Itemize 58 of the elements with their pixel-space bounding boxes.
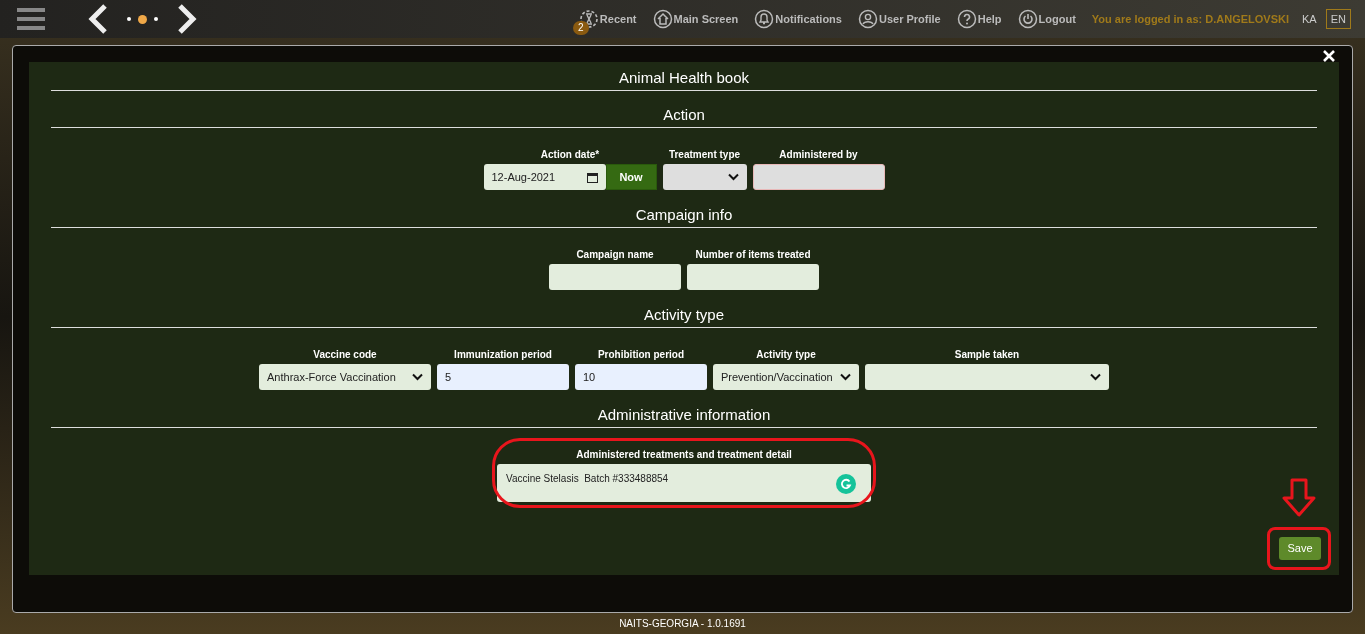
close-button[interactable] xyxy=(1323,50,1335,62)
hourglass-icon xyxy=(578,9,599,29)
help-icon xyxy=(956,9,977,29)
nav-link[interactable]: Main Screen xyxy=(652,9,739,29)
save-button[interactable]: Save xyxy=(1279,537,1321,560)
field-label: Treatment type xyxy=(668,148,741,161)
language-button[interactable]: EN xyxy=(1325,9,1351,29)
power-icon xyxy=(1017,9,1038,29)
nav-link[interactable]: User Profile xyxy=(857,9,941,29)
field-label: Administered treatments and treatment detail xyxy=(576,448,792,461)
dropdown[interactable]: Anthrax-Force Vaccination xyxy=(259,364,431,390)
nav-link[interactable]: Logout xyxy=(1017,9,1076,29)
login-status: You are logged in as: D.ANGELOVSKI xyxy=(1091,11,1290,27)
date-field[interactable]: 12-Aug-2021 xyxy=(483,164,606,190)
calendar-icon xyxy=(586,171,598,183)
field-label: Administered by xyxy=(779,148,858,161)
text-area[interactable]: Vaccine Stelasis Batch #333488854 xyxy=(497,464,871,502)
next-button[interactable] xyxy=(177,4,197,34)
input-field[interactable] xyxy=(549,264,681,290)
user-icon xyxy=(857,9,878,29)
chevron-left-icon xyxy=(88,4,108,34)
section-heading: Administrative information xyxy=(597,404,771,425)
chevron-down-icon xyxy=(1090,373,1101,381)
section-heading: Action xyxy=(663,104,705,125)
input-field[interactable]: 10 xyxy=(575,364,707,390)
language-button[interactable]: KA xyxy=(1297,9,1322,29)
previous-button[interactable] xyxy=(88,4,108,34)
chevron-down-icon xyxy=(727,173,739,181)
section-heading: Activity type xyxy=(644,304,724,325)
assistant-icon xyxy=(836,474,856,494)
annotation-frame xyxy=(1267,527,1331,570)
field-label: Campaign name xyxy=(576,248,654,261)
dropdown[interactable]: Prevention/Vaccination xyxy=(713,364,859,390)
field-label: Prohibition period xyxy=(597,348,685,361)
field-label: Vaccine code xyxy=(313,348,377,361)
input-field[interactable] xyxy=(687,264,819,290)
version-label: NAITS-GEORGIA - 1.0.1691 xyxy=(619,616,746,631)
bell-icon xyxy=(754,9,775,29)
menu-icon xyxy=(17,7,45,31)
now-button[interactable]: Now xyxy=(605,164,657,190)
nav-link[interactable]: Notifications xyxy=(754,9,842,29)
section-heading: Animal Health book xyxy=(618,67,750,88)
chevron-down-icon xyxy=(412,373,423,381)
input-field[interactable]: 5 xyxy=(437,364,569,390)
field-label: Activity type xyxy=(756,348,816,361)
section-heading: Campaign info xyxy=(635,204,733,225)
count-badge: 2 xyxy=(572,21,589,35)
close-icon xyxy=(1323,50,1335,62)
menu-button[interactable] xyxy=(17,7,45,31)
chevron-right-icon xyxy=(177,4,197,34)
field-label: Action date* xyxy=(540,148,600,161)
arrow-down-icon xyxy=(1281,478,1317,518)
home-icon xyxy=(652,9,673,29)
chevron-down-icon xyxy=(840,373,851,381)
nav-link[interactable]: Help xyxy=(956,9,1002,29)
field-label: Sample taken xyxy=(954,348,1020,361)
field-label: Immunization period xyxy=(454,348,552,361)
field-label: Number of items treated xyxy=(695,248,811,261)
